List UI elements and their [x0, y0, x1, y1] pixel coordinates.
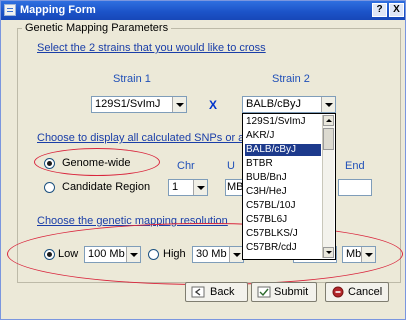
highlight-ellipse-genome	[34, 148, 160, 176]
resolution-unit-value: Mb	[346, 248, 362, 260]
chr-value: 1	[172, 181, 179, 193]
low-radio[interactable]	[44, 249, 55, 260]
high-radio[interactable]	[148, 249, 159, 260]
dropdown-scrollbar[interactable]	[322, 115, 334, 258]
resolution-unit-select[interactable]: Mb	[342, 246, 376, 263]
mapping-form-window: Mapping Form ? X Genetic Mapping Paramet…	[0, 0, 406, 320]
submit-button[interactable]: Submit	[251, 282, 317, 302]
select-strains-instruction[interactable]: Select the 2 strains that you would like…	[37, 42, 266, 54]
candidate-region-radio[interactable]	[44, 182, 55, 193]
high-label[interactable]: High	[163, 248, 186, 260]
high-resolution-value: 30 Mb	[196, 248, 227, 260]
chevron-down-icon[interactable]	[321, 97, 335, 112]
chevron-down-icon[interactable]	[193, 180, 207, 195]
strain1-select[interactable]: 129S1/SvImJ	[91, 96, 187, 113]
chevron-down-icon[interactable]	[172, 97, 186, 112]
strain-option[interactable]: BTBR	[245, 158, 321, 170]
strain2-label: Strain 2	[272, 73, 310, 85]
cross-symbol: X	[209, 98, 218, 112]
chr-select[interactable]: 1	[168, 179, 208, 196]
window-title: Mapping Form	[20, 4, 96, 16]
back-icon	[191, 286, 205, 298]
strain-option[interactable]: 129S1/SvImJ	[245, 116, 321, 128]
strain2-value: BALB/cByJ	[246, 98, 302, 110]
cancel-label: Cancel	[348, 286, 383, 298]
back-label: Back	[210, 286, 235, 298]
end-label: End	[345, 160, 365, 172]
strain1-value: 129S1/SvImJ	[95, 98, 161, 110]
scroll-down-icon[interactable]	[323, 247, 334, 258]
close-button[interactable]: X	[389, 3, 404, 17]
group-title: Genetic Mapping Parameters	[22, 22, 172, 34]
scroll-up-icon[interactable]	[323, 115, 334, 126]
chr-label: Chr	[177, 160, 195, 172]
chevron-down-icon[interactable]	[126, 247, 140, 262]
help-button[interactable]: ?	[372, 3, 387, 17]
chevron-down-icon[interactable]	[229, 247, 243, 262]
start-label: U	[227, 160, 235, 172]
strain-option[interactable]: C57BL6J	[245, 214, 321, 226]
strain2-select[interactable]: BALB/cByJ	[242, 96, 336, 113]
strain-option[interactable]: AKR/J	[245, 130, 321, 142]
strain-option[interactable]: C57BL/10J	[245, 200, 321, 212]
end-field[interactable]	[338, 179, 372, 196]
low-resolution-select[interactable]: 100 Mb	[84, 246, 141, 263]
candidate-region-label[interactable]: Candidate Region	[62, 181, 150, 193]
form-icon	[4, 4, 16, 16]
strain2-dropdown-list[interactable]: 129S1/SvImJ AKR/J BALB/cByJ BTBR BUB/BnJ…	[242, 113, 336, 260]
strain1-label: Strain 1	[113, 73, 151, 85]
submit-icon	[257, 286, 271, 298]
chevron-down-icon[interactable]	[361, 247, 375, 262]
cancel-icon	[332, 286, 344, 298]
strain-option[interactable]: C3H/HeJ	[245, 186, 321, 198]
low-resolution-value: 100 Mb	[88, 248, 125, 260]
back-button[interactable]: Back	[185, 282, 248, 302]
strain-option-selected[interactable]: BALB/cByJ	[245, 144, 321, 156]
title-bar[interactable]: Mapping Form ? X	[1, 1, 405, 20]
submit-label: Submit	[274, 286, 309, 298]
low-label[interactable]: Low	[58, 248, 78, 260]
strain-option[interactable]: C57BLKS/J	[245, 228, 321, 240]
display-instruction[interactable]: Choose to display all calculated SNPs or…	[37, 132, 244, 144]
strain-option[interactable]: C57BR/cdJ	[245, 242, 321, 254]
strain-option[interactable]: BUB/BnJ	[245, 172, 321, 184]
cancel-button[interactable]: Cancel	[325, 282, 389, 302]
high-resolution-select[interactable]: 30 Mb	[192, 246, 244, 263]
scroll-thumb[interactable]	[323, 128, 334, 150]
